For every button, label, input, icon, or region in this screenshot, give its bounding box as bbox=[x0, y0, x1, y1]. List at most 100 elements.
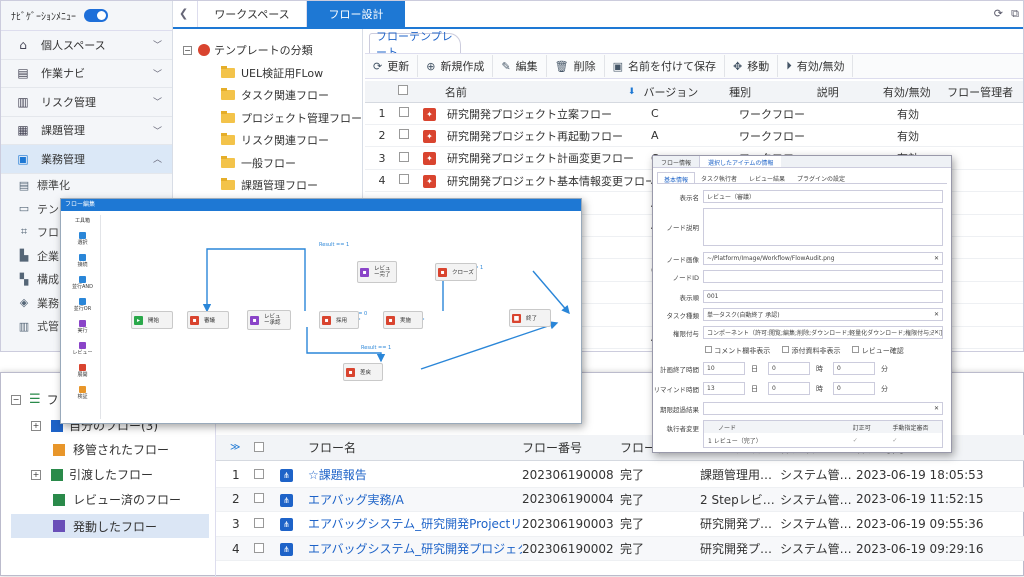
flow-node-review-done[interactable]: ▪ レビュー完了 bbox=[357, 261, 397, 283]
plan-minutes-input[interactable]: 0 bbox=[833, 362, 875, 375]
flow-node-approve[interactable]: ▪ レビュー承認 bbox=[247, 310, 291, 330]
task-type-select[interactable]: 単一タスク(自動終了 承認) ✕ bbox=[703, 308, 943, 321]
palette-item[interactable]: 選択 bbox=[65, 228, 100, 250]
remind-hours-input[interactable]: 0 bbox=[768, 382, 810, 395]
hide-attachment-option[interactable]: 添付資料非表示 bbox=[782, 346, 840, 356]
tree-item-launched[interactable]: 発動したフロー bbox=[11, 514, 209, 538]
row-checkbox[interactable] bbox=[399, 129, 409, 140]
row-checkbox[interactable] bbox=[399, 107, 409, 117]
display-name-input[interactable]: レビュー（審議） bbox=[703, 190, 943, 203]
tab-selected-item-info[interactable]: 選択したアイテムの情報 bbox=[700, 156, 782, 167]
sidebar-item-risk[interactable]: ▥ リスク管理 ﹀ bbox=[1, 88, 172, 117]
hide-comment-checkbox[interactable] bbox=[705, 346, 712, 353]
table-row[interactable]: 2 ⋔ エアバッグ実務/A 202306190004 完了 2 Stepレビ… システム管…… bbox=[216, 487, 1024, 513]
palette-item[interactable]: 検証 bbox=[65, 382, 100, 404]
subtab-basic[interactable]: 基本情報 bbox=[657, 172, 696, 184]
col-header-name[interactable]: 名前 bbox=[443, 84, 628, 100]
palette-item[interactable]: 並行AND bbox=[65, 272, 100, 294]
review-confirm-option[interactable]: レビュー確認 bbox=[852, 346, 904, 356]
node-desc-textarea[interactable] bbox=[703, 208, 943, 246]
move-button[interactable]: ✥ 移動 bbox=[725, 55, 779, 77]
tree-item[interactable]: UEL検証用FLow bbox=[173, 62, 362, 85]
popout-icon[interactable]: ⧉ bbox=[1011, 7, 1019, 21]
palette-item[interactable]: 展開 bbox=[65, 360, 100, 382]
refresh-button[interactable]: ⟳ 更新 bbox=[365, 55, 419, 77]
collapse-icon[interactable]: ❮ bbox=[179, 7, 188, 20]
delete-button[interactable]: 🗑 削除 bbox=[547, 55, 605, 77]
refresh-window-icon[interactable]: ⟳ bbox=[994, 7, 1003, 20]
subtab-plugin[interactable]: プラグインの設定 bbox=[791, 172, 851, 183]
flow-name-link[interactable]: エアバッグ実務/A bbox=[308, 491, 522, 508]
tab-flow-info[interactable]: フロー情報 bbox=[653, 156, 701, 167]
tree-item[interactable]: タスク関連フロー bbox=[173, 84, 362, 107]
plan-days-input[interactable]: 10 bbox=[703, 362, 745, 375]
flow-node-close[interactable]: ▪ クローズ bbox=[435, 263, 477, 281]
expand-all-icon[interactable]: ≫ bbox=[216, 442, 254, 453]
select-all-checkbox[interactable] bbox=[398, 85, 409, 95]
table-row[interactable]: 1 ⋔ ☆課題報告 202306190008 完了 課題管理用… システム管… 2023-06… bbox=[216, 463, 1024, 488]
tree-root[interactable]: − テンプレートの分類 bbox=[173, 39, 362, 62]
permission-select[interactable]: コンポーネント（許可:閲覧;編集;削除;ダウンロード;軽量化ダウンロード;権限付… bbox=[703, 326, 943, 339]
clear-icon[interactable]: ✕ bbox=[934, 255, 939, 262]
palette-item[interactable]: レビュー bbox=[65, 338, 100, 360]
table-row[interactable]: 4 ⋔ エアバッグシステム_研究開発プロジェクト…202306190002 完了 研究開… bbox=[216, 536, 1024, 562]
expand-box-icon[interactable]: + bbox=[31, 420, 41, 431]
flow-node-adopt[interactable]: ▪ 採用 bbox=[319, 311, 359, 329]
executor-row[interactable]: 1 レビュー（完了） ✓ ✓ bbox=[704, 433, 942, 447]
col-header-flow-name[interactable]: フロー名 bbox=[308, 439, 522, 456]
col-header-kind[interactable]: 種別 bbox=[729, 84, 817, 100]
sidebar-item-personal-space[interactable]: ⌂ 個人スペース ﹀ bbox=[1, 31, 172, 60]
tab-workspace[interactable]: ワークスペース bbox=[197, 1, 307, 27]
row-checkbox[interactable] bbox=[399, 151, 409, 162]
palette-item[interactable]: 並行OR bbox=[65, 294, 100, 316]
clear-icon[interactable]: ✕ bbox=[933, 329, 939, 336]
tab-flow-template[interactable]: フローテンプレート bbox=[369, 30, 461, 59]
edit-button[interactable]: ✎ 編集 bbox=[493, 55, 547, 77]
remind-days-input[interactable]: 13 bbox=[703, 382, 745, 395]
flow-node-end[interactable]: ■ 終了 bbox=[509, 309, 551, 327]
table-row[interactable]: 2 ✦ 研究開発プロジェクト再起動フロー A ワークフロー 有効 bbox=[365, 125, 1023, 148]
save-as-button[interactable]: ▣ 名前を付けて保存 bbox=[605, 55, 726, 77]
timeout-select[interactable]: ✕ bbox=[703, 402, 943, 415]
plan-hours-input[interactable]: 0 bbox=[768, 362, 810, 375]
row-checkbox[interactable] bbox=[254, 468, 264, 479]
toggle-enable-button[interactable]: ⏵ 有効/無効 bbox=[778, 55, 854, 77]
row-checkbox[interactable] bbox=[254, 542, 264, 553]
tree-item-transferred[interactable]: 移管されたフロー bbox=[53, 441, 169, 458]
col-header-desc[interactable]: 説明 bbox=[817, 84, 883, 100]
flow-name-link[interactable]: ☆課題報告 bbox=[308, 466, 522, 483]
sort-down-icon[interactable]: ⬇ bbox=[628, 87, 644, 97]
tree-item[interactable]: プロジェクト管理フロー bbox=[173, 107, 362, 130]
table-row[interactable]: 1 ✦ 研究開発プロジェクト立案フロー C ワークフロー 有効 bbox=[365, 103, 1023, 125]
tree-item[interactable]: 一般フロー bbox=[173, 152, 362, 175]
clear-icon[interactable]: ✕ bbox=[934, 311, 939, 318]
subtab-review-result[interactable]: レビュー結果 bbox=[743, 172, 791, 183]
flow-node-execute[interactable]: ▪ 実施 bbox=[383, 311, 423, 329]
tree-item-handed-over[interactable]: + 引渡したフロー bbox=[31, 466, 153, 483]
flow-name-link[interactable]: エアバッグシステム_研究開発Projectリリ… bbox=[308, 515, 522, 532]
row-checkbox[interactable] bbox=[254, 493, 264, 504]
sidebar-item-issue[interactable]: ▦ 課題管理 ﹀ bbox=[1, 117, 172, 145]
row-checkbox[interactable] bbox=[399, 174, 409, 185]
collapse-box-icon[interactable]: − bbox=[11, 394, 21, 405]
remind-minutes-input[interactable]: 0 bbox=[833, 382, 875, 395]
col-header-manager[interactable]: フロー管理者 bbox=[947, 84, 1023, 100]
col-header-flow-number[interactable]: フロー番号 bbox=[522, 439, 620, 456]
flow-name-link[interactable]: エアバッグシステム_研究開発プロジェクト… bbox=[308, 540, 522, 557]
tree-item[interactable]: 課題管理フロー bbox=[173, 174, 362, 197]
clear-icon[interactable]: ✕ bbox=[934, 405, 939, 412]
flow-node-start[interactable]: ▸ 開始 bbox=[131, 311, 173, 329]
col-header-status[interactable]: 有効/無効 bbox=[883, 84, 947, 100]
tree-item-reviewed[interactable]: レビュー済のフロー bbox=[53, 491, 181, 508]
table-row[interactable]: 3 ⋔ エアバッグシステム_研究開発Projectリリ…202306190003 完了… bbox=[216, 512, 1024, 537]
sidebar-item-work-navi[interactable]: ▤ 作業ナビ ﹀ bbox=[1, 60, 172, 88]
create-button[interactable]: ⊕ 新規作成 bbox=[418, 55, 494, 77]
palette-item[interactable]: 実行 bbox=[65, 316, 100, 338]
subtab-assignee[interactable]: タスク執行者 bbox=[695, 172, 743, 183]
flow-node-review[interactable]: ▪ 審議 bbox=[187, 311, 229, 329]
nav-toggle[interactable] bbox=[84, 9, 108, 22]
row-checkbox[interactable] bbox=[254, 517, 264, 528]
review-confirm-checkbox[interactable] bbox=[852, 346, 860, 353]
node-image-input[interactable]: ~/Platform/Image/Workflow/FlowAudit.png ✕ bbox=[703, 252, 943, 265]
sidebar-item-business[interactable]: ▣ 業務管理 ︿ bbox=[1, 145, 172, 174]
